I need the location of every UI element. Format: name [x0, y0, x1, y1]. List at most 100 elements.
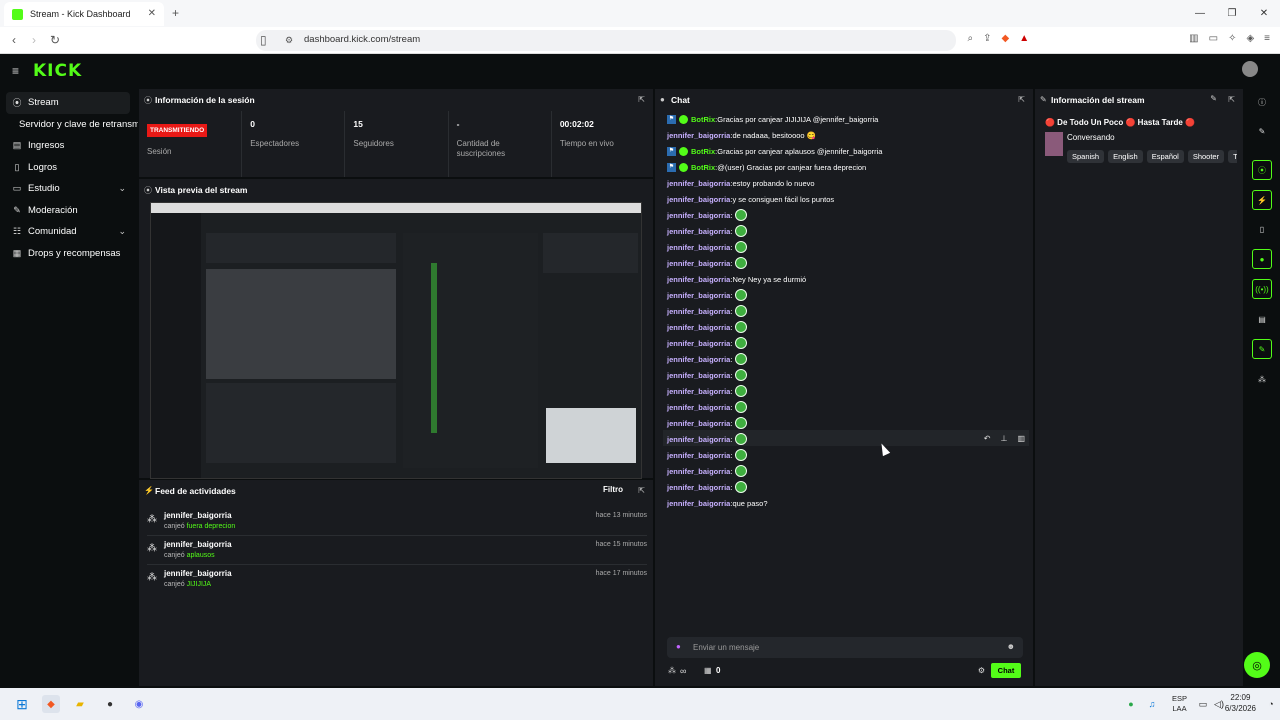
edit-icon[interactable]: ✎	[1210, 94, 1217, 103]
emote-icon[interactable]	[735, 305, 748, 317]
obs-icon[interactable]: ●	[101, 695, 119, 713]
chat-username[interactable]: BotRix	[691, 163, 715, 172]
chat-message[interactable]: ⚑ BotRix: Gracias por canjear JIJIJIJA @j…	[667, 111, 878, 127]
wallet-icon[interactable]: ▭	[1209, 33, 1218, 44]
chat-username[interactable]: jennifer_baigorria	[667, 387, 730, 396]
chat-username[interactable]: jennifer_baigorria	[667, 435, 730, 444]
emote-icon[interactable]	[735, 225, 748, 237]
user-avatar[interactable]	[1242, 61, 1258, 77]
chat-message[interactable]: jennifer_baigorria:	[667, 415, 748, 431]
brave-browser-icon[interactable]: ◆	[42, 695, 60, 713]
brave-shield-icon[interactable]: ◆	[1002, 33, 1010, 44]
tag[interactable]: T	[1228, 150, 1237, 163]
share-icon[interactable]: ⇪	[983, 33, 991, 44]
chat-message[interactable]: jennifer_baigorria:	[667, 479, 748, 495]
chat-message[interactable]: jennifer_baigorria:	[667, 255, 748, 271]
close-window-button[interactable]: ✕	[1248, 0, 1280, 26]
rewards-icon[interactable]: ▲	[1019, 33, 1029, 44]
popout-icon[interactable]: ⇱	[638, 486, 645, 495]
status-dot-icon[interactable]: ●	[1122, 695, 1140, 713]
chat-username[interactable]: jennifer_baigorria	[667, 419, 730, 428]
sidebar-toggle-icon[interactable]: ▥	[1189, 33, 1198, 44]
chat-username[interactable]: BotRix	[691, 147, 715, 156]
vpn-icon[interactable]: ◈	[1246, 33, 1254, 44]
category-name[interactable]: Conversando	[1067, 133, 1115, 142]
chat-username[interactable]: jennifer_baigorria	[667, 499, 730, 508]
emote-icon[interactable]	[735, 417, 748, 429]
chat-message[interactable]: jennifer_baigorria:	[667, 239, 748, 255]
chat-message[interactable]: jennifer_baigorria:	[667, 303, 748, 319]
support-chat-button[interactable]: ◎	[1244, 652, 1270, 678]
chat-username[interactable]: jennifer_baigorria	[667, 275, 730, 284]
chat-username[interactable]: jennifer_baigorria	[667, 339, 730, 348]
emote-icon[interactable]	[735, 401, 748, 413]
chat-message[interactable]: jennifer_baigorria: y se consiguen fácil…	[667, 191, 834, 207]
chat-message[interactable]: jennifer_baigorria:	[667, 335, 748, 351]
mic-icon[interactable]: ●	[676, 642, 681, 651]
chat-message[interactable]: jennifer_baigorria:	[667, 367, 748, 383]
chat-message[interactable]: jennifer_baigorria:	[667, 399, 748, 415]
edit-icon[interactable]: ✎	[1252, 121, 1272, 141]
chat-username[interactable]: jennifer_baigorria	[667, 307, 730, 316]
emote-icon[interactable]	[735, 385, 748, 397]
chat-username[interactable]: jennifer_baigorria	[667, 483, 730, 492]
points-icon[interactable]: ⁂	[668, 666, 676, 675]
chat-message[interactable]: jennifer_baigorria:	[667, 319, 748, 335]
stream-preview-video[interactable]	[150, 202, 642, 479]
chat-message[interactable]: jennifer_baigorria:	[667, 463, 748, 479]
gift-icon[interactable]: ▦	[704, 666, 712, 675]
chat-panel-icon[interactable]: ●	[1252, 249, 1272, 269]
chat-username[interactable]: jennifer_baigorria	[667, 371, 730, 380]
tag[interactable]: Shooter	[1187, 150, 1225, 163]
reply-icon[interactable]: ↶	[984, 434, 991, 443]
windows-start-icon[interactable]: ⊞	[13, 695, 31, 713]
chat-username[interactable]: jennifer_baigorria	[667, 259, 730, 268]
minimize-button[interactable]: —	[1184, 0, 1216, 26]
sidebar-item-drops[interactable]: ▦ Drops y recompensas	[0, 243, 138, 265]
tag[interactable]: Español	[1146, 150, 1184, 163]
chat-message[interactable]: jennifer_baigorria:	[667, 351, 748, 367]
chat-message[interactable]: jennifer_baigorria:	[667, 447, 748, 463]
emote-icon[interactable]	[735, 241, 748, 253]
info-icon[interactable]: ⓘ	[1252, 92, 1272, 112]
session-panel-icon[interactable]: ((•))	[1252, 279, 1272, 299]
settings-gear-icon[interactable]: ⚙	[978, 666, 985, 675]
leo-icon[interactable]: ✧	[1228, 33, 1236, 44]
filter-button[interactable]: Filtro	[603, 485, 623, 494]
emote-icon[interactable]	[735, 337, 748, 349]
sidebar-item-comunidad[interactable]: ☷ Comunidad ⌄	[0, 221, 138, 243]
chat-message[interactable]: jennifer_baigorria: que paso?	[667, 495, 768, 511]
feed-user[interactable]: jennifer_baigorria	[164, 569, 232, 578]
feed-user[interactable]: jennifer_baigorria	[164, 540, 232, 549]
chat-username[interactable]: jennifer_baigorria	[667, 195, 730, 204]
sidebar-item-estudio[interactable]: ▭ Estudio ⌄	[0, 178, 138, 200]
forward-icon[interactable]: ›	[32, 33, 36, 47]
chat-username[interactable]: BotRix	[691, 115, 715, 124]
send-chat-button[interactable]: Chat	[991, 663, 1021, 678]
emoji-icon[interactable]: ☻	[1007, 642, 1015, 651]
chat-username[interactable]: jennifer_baigorria	[667, 403, 730, 412]
system-clock[interactable]: 22:09 6/3/2026	[1225, 693, 1256, 715]
notes-icon[interactable]: ▯	[1252, 219, 1272, 239]
category-thumbnail[interactable]	[1045, 132, 1063, 156]
feed-user[interactable]: jennifer_baigorria	[164, 511, 232, 520]
bookmark-icon[interactable]: ▯	[260, 33, 267, 47]
tab-close-icon[interactable]: ✕	[148, 8, 156, 19]
popout-icon[interactable]: ⇱	[1018, 95, 1025, 104]
chat-username[interactable]: jennifer_baigorria	[667, 243, 730, 252]
site-info-icon[interactable]: ⚙	[285, 35, 293, 46]
reload-icon[interactable]: ↻	[50, 33, 60, 47]
popout-icon[interactable]: ⇱	[1228, 95, 1235, 104]
sidebar-item-stream-key[interactable]: Servidor y clave de retransmisión	[0, 114, 138, 136]
chat-username[interactable]: jennifer_baigorria	[667, 355, 730, 364]
browser-tab[interactable]: Stream - Kick Dashboard ✕	[4, 2, 164, 26]
chat-message[interactable]: jennifer_baigorria:	[667, 383, 748, 399]
back-icon[interactable]: ‹	[12, 33, 16, 47]
discord-icon[interactable]: ◉	[130, 695, 148, 713]
stack-icon[interactable]: ▤	[1252, 309, 1272, 329]
chat-username[interactable]: jennifer_baigorria	[667, 211, 730, 220]
popout-icon[interactable]: ⇱	[638, 95, 645, 104]
kick-logo[interactable]: KICK	[33, 61, 82, 81]
emote-icon[interactable]	[735, 321, 748, 333]
maximize-button[interactable]: ❐	[1216, 0, 1248, 26]
